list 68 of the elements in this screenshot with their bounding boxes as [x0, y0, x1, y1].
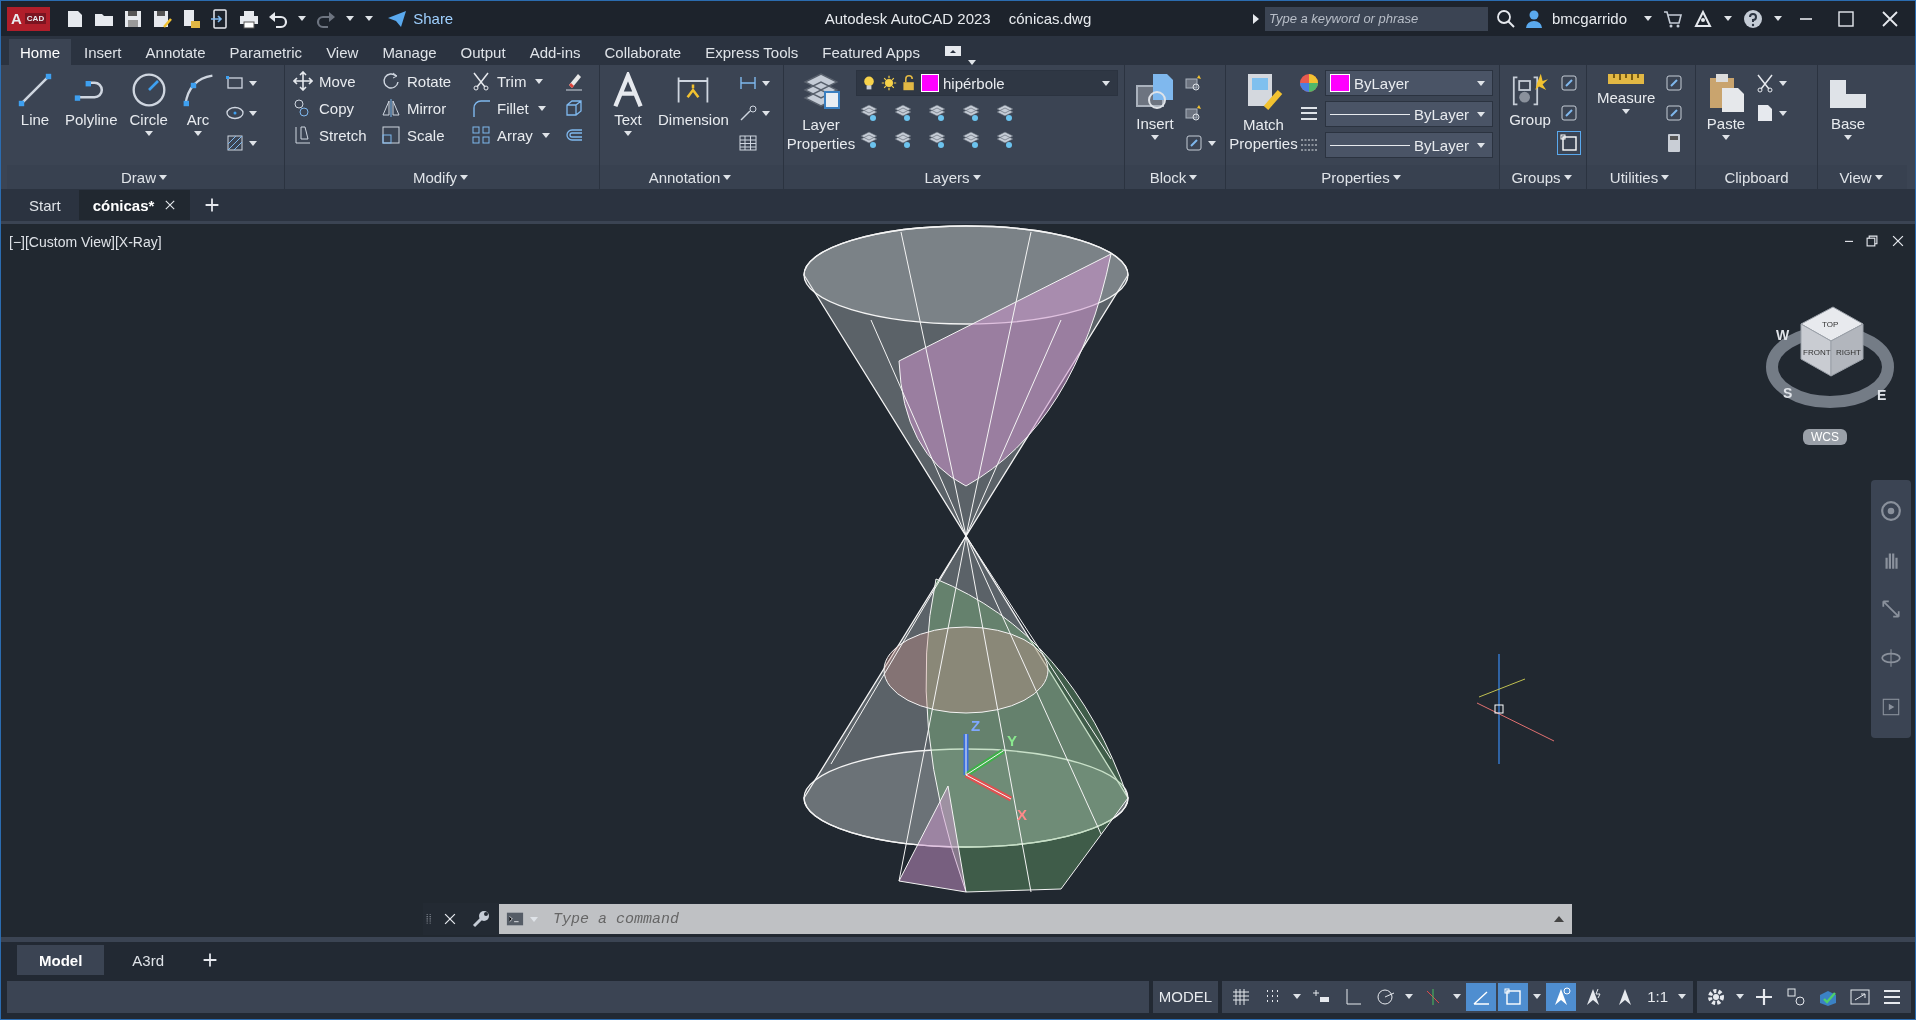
lineweight-dropdown[interactable]: ByLayer — [1325, 101, 1493, 127]
file-tab[interactable]: cónicas* — [78, 190, 191, 220]
modify-tool-button[interactable]: Fillet — [469, 97, 561, 119]
viewcube-right-label: RIGHT — [1836, 348, 1861, 357]
layer-dropdown[interactable]: hipérbole — [856, 70, 1118, 96]
ribbon-tab[interactable]: Output — [449, 39, 517, 65]
modify-tool-button[interactable]: Trim — [469, 70, 561, 92]
compass-label: W — [1776, 327, 1790, 343]
ribbon-tab[interactable]: Manage — [371, 39, 448, 65]
ribbon-tab[interactable]: View — [315, 39, 370, 65]
compass-label: S — [1783, 385, 1793, 401]
file-name: cónicas.dwg — [1008, 10, 1092, 27]
layout-tab[interactable]: A3rd — [110, 945, 187, 975]
search-field[interactable]: Type a keyword or phrase — [1264, 6, 1488, 31]
annotation-tool-button[interactable]: Text — [606, 70, 650, 138]
compass-label: E — [1877, 387, 1887, 403]
modify-tool-button[interactable]: Stretch — [291, 124, 377, 146]
modify-tool-button[interactable]: Copy — [291, 97, 377, 119]
base-button[interactable]: Base — [1824, 70, 1872, 142]
ribbon-tab[interactable]: Collaborate — [593, 39, 693, 65]
modify-tool-button[interactable]: Scale — [379, 124, 467, 146]
ribbon-tab[interactable]: Featured Apps — [811, 39, 931, 65]
x-axis-label: X — [1017, 806, 1027, 823]
panel-title[interactable]: Groups — [1511, 168, 1561, 186]
file-tab[interactable]: Start — [15, 190, 75, 220]
color-dropdown[interactable]: ByLayer — [1325, 70, 1493, 96]
modify-tool-button[interactable]: Mirror — [379, 97, 467, 119]
modify-tool-button[interactable]: Array — [469, 124, 561, 146]
ribbon-tab[interactable]: Add-ins — [518, 39, 592, 65]
insert-button[interactable]: Insert — [1131, 70, 1179, 142]
panel-title[interactable]: Utilities — [1609, 168, 1659, 186]
viewcube-front-label: FRONT — [1803, 348, 1831, 357]
app-title: Autodesk AutoCAD 2023 — [824, 10, 991, 27]
measure-button[interactable]: Measure — [1593, 70, 1660, 116]
y-axis-label: Y — [1007, 732, 1017, 749]
paste-button[interactable]: Paste — [1702, 70, 1750, 142]
ribbon-tab[interactable]: Parametric — [218, 39, 314, 65]
panel-title[interactable]: Block — [1149, 168, 1187, 186]
viewcube-top-label: TOP — [1822, 320, 1839, 329]
draw-tool-button[interactable]: Polyline — [61, 70, 122, 130]
ribbon-tab[interactable]: Home — [9, 39, 71, 65]
linetype-dropdown[interactable]: ByLayer — [1325, 132, 1493, 158]
panel-title[interactable]: Draw — [121, 168, 156, 186]
draw-tool-button[interactable]: Line — [13, 70, 57, 130]
viewport-controls-label[interactable]: [−][Custom View][X-Ray] — [9, 234, 162, 250]
panel-title[interactable]: Annotation — [648, 168, 721, 186]
panel-title[interactable]: Layers — [924, 168, 970, 186]
draw-tool-button[interactable]: Arc — [175, 70, 220, 138]
group-button[interactable]: Group — [1506, 70, 1554, 130]
model-space-button[interactable]: MODEL — [1152, 980, 1219, 1013]
panel-title[interactable]: Clipboard — [1724, 168, 1789, 186]
modify-tool-button[interactable]: Move — [291, 70, 377, 92]
z-axis-label: Z — [971, 717, 981, 734]
app-logo[interactable]: A CAD — [7, 6, 51, 31]
panel-title[interactable]: Properties — [1321, 168, 1390, 186]
ribbon-tab[interactable]: Annotate — [134, 39, 217, 65]
draw-tool-button[interactable]: Circle — [125, 70, 172, 138]
user-name[interactable]: bmcgarrido — [1551, 10, 1627, 27]
panel-title[interactable]: Modify — [412, 168, 458, 186]
panel-title[interactable]: View — [1839, 168, 1872, 186]
modify-tool-button[interactable]: Rotate — [379, 70, 467, 92]
annotation-tool-button[interactable]: Dimension — [654, 70, 733, 130]
command-field[interactable]: Type a command — [499, 904, 1572, 934]
ribbon-tab[interactable]: Insert — [73, 39, 133, 65]
share-button[interactable]: Share — [387, 8, 454, 29]
layout-tab[interactable]: Model — [17, 945, 105, 975]
annotation-scale-button[interactable]: 1:1 — [1642, 982, 1673, 1011]
ribbon-tab[interactable]: Express Tools — [694, 39, 810, 65]
